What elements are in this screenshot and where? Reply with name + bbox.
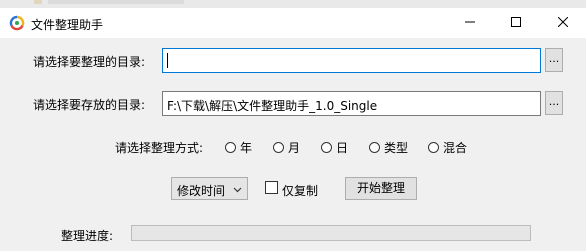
text-caret	[167, 53, 168, 68]
background-window-strip	[0, 0, 586, 8]
progress-bar	[131, 225, 531, 241]
radio-type-label: 类型	[384, 141, 409, 155]
start-button[interactable]: 开始整理	[345, 177, 417, 200]
title-bar: 文件整理助手	[0, 8, 586, 38]
source-browse-button[interactable]: ...	[545, 48, 563, 72]
time-select-value: 修改时间	[177, 184, 226, 198]
target-dir-value: F:\下载\解压\文件整理助手_1.0_Single	[167, 99, 378, 113]
time-select[interactable]: 修改时间	[171, 177, 248, 200]
target-dir-label: 请选择要存放的目录:	[33, 98, 146, 112]
radio-mixed[interactable]: 混合	[428, 139, 467, 156]
close-icon	[557, 16, 569, 30]
radio-circle	[321, 142, 332, 153]
copy-only-checkbox[interactable]	[265, 181, 278, 194]
radio-year-label: 年	[240, 141, 253, 155]
mode-radio-group: 年 月 日 类型 混合	[0, 139, 586, 155]
radio-mixed-label: 混合	[443, 141, 468, 155]
chevron-down-icon	[233, 183, 242, 197]
target-browse-button[interactable]: ...	[545, 91, 563, 115]
radio-circle	[428, 142, 439, 153]
radio-year[interactable]: 年	[225, 139, 252, 156]
progress-label: 整理进度:	[61, 229, 114, 243]
radio-day[interactable]: 日	[321, 139, 348, 156]
maximize-button[interactable]	[493, 8, 539, 38]
target-dir-input[interactable]: F:\下载\解压\文件整理助手_1.0_Single	[162, 91, 541, 116]
radio-circle	[369, 142, 380, 153]
window-title: 文件整理助手	[31, 18, 104, 32]
minimize-button[interactable]	[447, 8, 493, 38]
radio-day-label: 日	[336, 141, 349, 155]
radio-month[interactable]: 月	[273, 139, 300, 156]
radio-circle	[273, 142, 284, 153]
copy-only-label[interactable]: 仅复制	[282, 182, 318, 199]
radio-circle	[225, 142, 236, 153]
radio-type[interactable]: 类型	[369, 139, 408, 156]
maximize-icon	[511, 16, 521, 30]
minimize-icon	[465, 16, 475, 30]
close-button[interactable]	[540, 8, 586, 38]
app-icon	[9, 15, 25, 31]
source-dir-label: 请选择要整理的目录:	[33, 55, 146, 69]
source-dir-input[interactable]	[162, 48, 541, 73]
radio-month-label: 月	[288, 141, 301, 155]
